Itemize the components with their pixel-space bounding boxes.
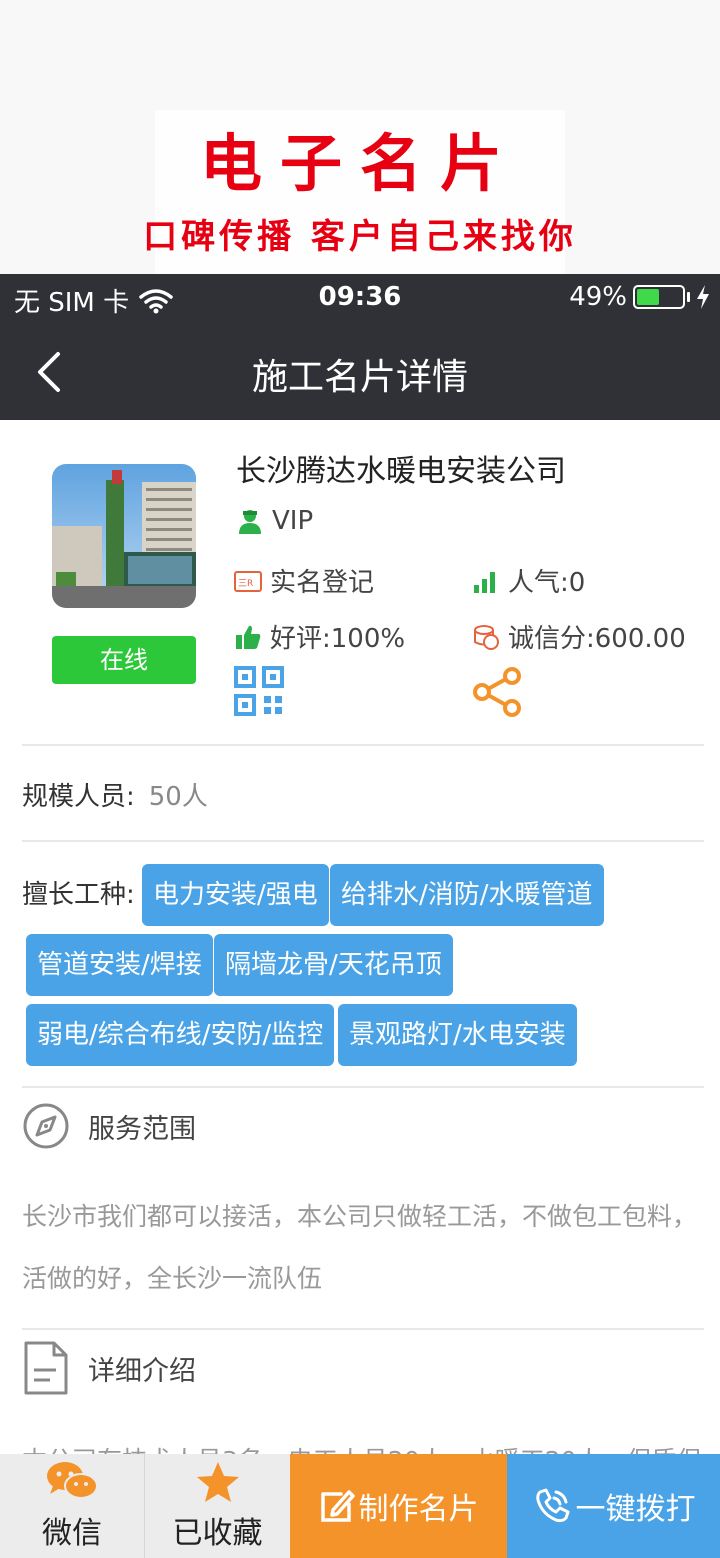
rating-label: 好评:100% xyxy=(270,624,406,654)
svg-text:三R: 三R xyxy=(238,579,253,589)
skills-label: 擅长工种: xyxy=(22,880,135,910)
wechat-label: 微信 xyxy=(42,1516,102,1551)
call-button[interactable]: 一键拨打 xyxy=(507,1454,720,1558)
skill-tag[interactable]: 景观路灯/水电安装 xyxy=(338,1004,577,1066)
scale-value: 50人 xyxy=(148,782,208,812)
verification-label: 实名登记 xyxy=(270,568,375,598)
favorite-label: 已收藏 xyxy=(172,1516,263,1551)
star-icon xyxy=(196,1462,239,1502)
battery-tip xyxy=(687,292,690,302)
service-area-line: 活做的好，全长沙一流队伍 xyxy=(22,1264,323,1293)
scale-row: 规模人员: 50人 xyxy=(22,776,208,813)
page-title: 施工名片详情 xyxy=(251,357,468,398)
divider xyxy=(22,1328,704,1330)
make-card-label: 制作名片 xyxy=(358,1492,479,1527)
divider xyxy=(22,1086,704,1088)
qr-code-icon[interactable] xyxy=(234,666,284,716)
nav-bar: 施工名片详情 xyxy=(0,324,720,420)
credit-score-label: 诚信分:600.00 xyxy=(508,624,686,654)
battery-level xyxy=(637,289,659,305)
vip-label: VIP xyxy=(272,506,314,536)
divider xyxy=(22,840,704,842)
building-photo-icon xyxy=(52,464,196,608)
thumbs-up-icon xyxy=(236,625,261,649)
user-vip-icon xyxy=(239,510,261,534)
battery-icon xyxy=(633,285,685,309)
skill-tag[interactable]: 弱电/综合布线/安防/监控 xyxy=(26,1004,335,1066)
favorite-button[interactable]: 已收藏 xyxy=(145,1454,290,1558)
bottom-action-bar: 微信 已收藏 制作名片 一键拨打 xyxy=(0,1454,720,1558)
intro-header: 详细介绍 xyxy=(22,1340,196,1396)
share-icon[interactable] xyxy=(472,666,524,718)
skill-tag[interactable]: 隔墙龙骨/天花吊顶 xyxy=(214,934,453,996)
popularity-label: 人气:0 xyxy=(508,568,586,598)
compass-icon xyxy=(23,1103,69,1149)
signal-bars-icon xyxy=(474,571,495,593)
edit-icon xyxy=(320,1490,355,1522)
wechat-icon xyxy=(47,1462,98,1499)
popularity-row: 人气:0 xyxy=(472,562,585,599)
skill-tag[interactable]: 管道安装/焊接 xyxy=(26,934,213,996)
divider xyxy=(22,744,704,746)
rating-row: 好评:100% xyxy=(234,618,405,655)
promo-title: 电子名片 xyxy=(199,127,520,200)
credit-row: 诚信分:600.00 xyxy=(472,618,686,655)
service-area-line: 长沙市我们都可以接活，本公司只做轻工活，不做包工包料， xyxy=(22,1202,698,1231)
company-name: 长沙腾达水暖电安装公司 xyxy=(236,454,566,489)
service-area-title: 服务范围 xyxy=(88,1113,196,1145)
document-icon xyxy=(24,1341,68,1395)
online-status-button[interactable]: 在线 xyxy=(52,636,196,684)
wechat-button[interactable]: 微信 xyxy=(0,1454,145,1558)
coins-icon xyxy=(474,624,499,650)
verification-row: 三R 实名登记 xyxy=(234,562,374,599)
battery-percent: 49% xyxy=(569,282,627,312)
intro-text: 本公司有技术人员3名，电工人员20人，水暖工20人，保质保 xyxy=(22,1430,720,1454)
service-area-text: 长沙市我们都可以接活，本公司只做轻工活，不做包工包料， 活做的好，全长沙一流队伍 xyxy=(22,1186,702,1310)
service-area-header: 服务范围 xyxy=(22,1102,196,1150)
company-avatar[interactable] xyxy=(52,464,196,608)
phone-icon xyxy=(535,1488,569,1523)
id-card-icon: 三R xyxy=(234,570,262,592)
promo-banner: 电子名片 口碑传播 客户自己来找你 xyxy=(0,0,720,274)
skill-tag[interactable]: 给排水/消防/水暖管道 xyxy=(330,864,604,926)
status-bar: 无 SIM 卡 09:36 49% xyxy=(0,274,720,324)
scale-label: 规模人员: xyxy=(22,782,135,812)
card-detail: 在线 长沙腾达水暖电安装公司 VIP 三R 实名登记 人气:0 好评:100% xyxy=(0,420,720,1454)
skill-tag[interactable]: 电力安装/强电 xyxy=(142,864,329,926)
vip-row: VIP xyxy=(236,506,313,536)
intro-title: 详细介绍 xyxy=(88,1355,196,1387)
call-label: 一键拨打 xyxy=(575,1492,696,1527)
charging-bolt-icon xyxy=(697,285,709,309)
promo-subtitle: 口碑传播 客户自己来找你 xyxy=(143,217,577,257)
make-card-button[interactable]: 制作名片 xyxy=(290,1454,507,1558)
